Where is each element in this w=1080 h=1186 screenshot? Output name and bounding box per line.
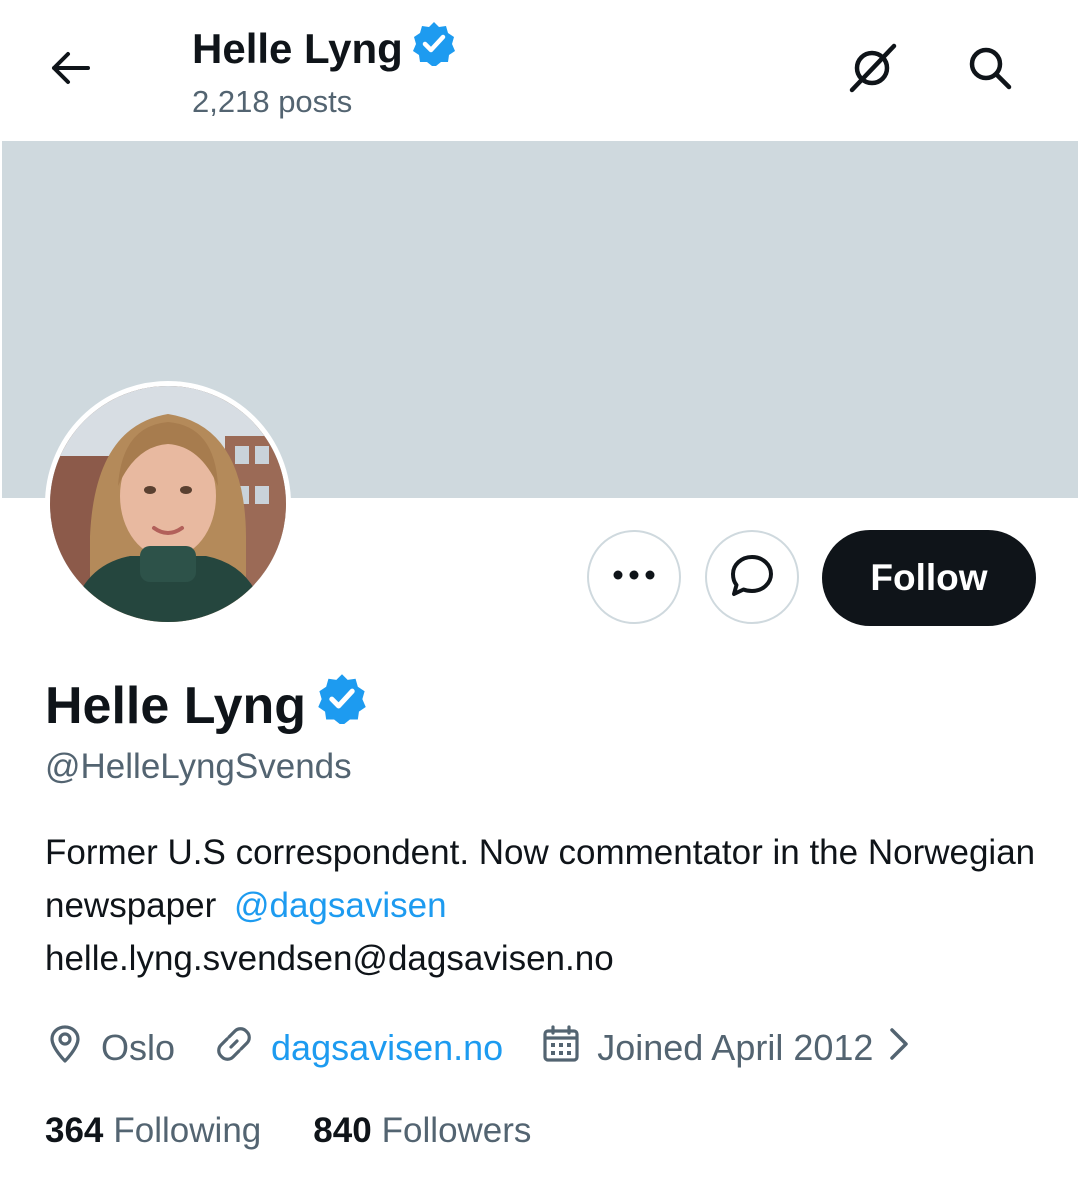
- joined-item[interactable]: Joined April 2012: [541, 1024, 911, 1073]
- message-button[interactable]: [705, 530, 799, 624]
- website-link[interactable]: dagsavisen.no: [271, 1027, 503, 1069]
- profile-handle: @HelleLyngSvends: [45, 747, 352, 786]
- bio-text: Former U.S correspondent. Now commentato…: [45, 833, 1036, 925]
- website-item: dagsavisen.no: [213, 1023, 503, 1074]
- back-button[interactable]: [40, 40, 100, 100]
- more-options-button[interactable]: [587, 530, 681, 624]
- following-label: Following: [113, 1111, 262, 1150]
- verified-badge-icon[interactable]: [316, 672, 368, 740]
- followers-link[interactable]: 840 Followers: [313, 1108, 531, 1154]
- top-bar: Helle Lyng 2,218 posts: [0, 0, 1080, 140]
- link-icon: [213, 1023, 271, 1074]
- verified-badge-icon: [411, 20, 457, 78]
- bio-email: helle.lyng.svendsen@dagsavisen.no: [45, 939, 614, 978]
- calendar-icon: [541, 1024, 581, 1073]
- profile-meta: Oslo dagsavisen.no Joined April 2012: [45, 1022, 911, 1074]
- followers-label: Followers: [381, 1111, 532, 1150]
- joined-text: Joined April 2012: [597, 1027, 874, 1068]
- search-button[interactable]: [958, 38, 1022, 102]
- location-pin-icon: [45, 1024, 101, 1073]
- follow-button[interactable]: Follow: [822, 530, 1036, 626]
- header-profile-name: Helle Lyng: [192, 25, 403, 72]
- following-link[interactable]: 364 Following: [45, 1108, 261, 1154]
- more-dots-icon: [612, 568, 656, 586]
- grok-button[interactable]: [840, 38, 904, 102]
- profile-bio: Former U.S correspondent. Now commentato…: [45, 826, 1045, 985]
- location-item: Oslo: [45, 1024, 175, 1073]
- profile-name: Helle Lyng: [45, 677, 307, 735]
- message-icon: [728, 551, 776, 604]
- profile-stats: 364 Following 840 Followers: [45, 1108, 583, 1154]
- search-icon: [966, 44, 1014, 97]
- grok-icon: [846, 42, 898, 99]
- followers-count: 840: [313, 1111, 372, 1150]
- header-title-block: Helle Lyng 2,218 posts: [192, 20, 457, 122]
- location-text: Oslo: [101, 1027, 176, 1068]
- posts-count: 2,218 posts: [192, 84, 353, 119]
- avatar[interactable]: [45, 381, 291, 627]
- profile-name-row: Helle Lyng: [45, 672, 368, 740]
- bio-mention-link[interactable]: @dagsavisen: [234, 886, 447, 925]
- back-arrow-icon: [48, 46, 92, 95]
- chevron-right-icon: [887, 1024, 911, 1073]
- header-title-row: Helle Lyng: [192, 20, 457, 78]
- following-count: 364: [45, 1111, 104, 1150]
